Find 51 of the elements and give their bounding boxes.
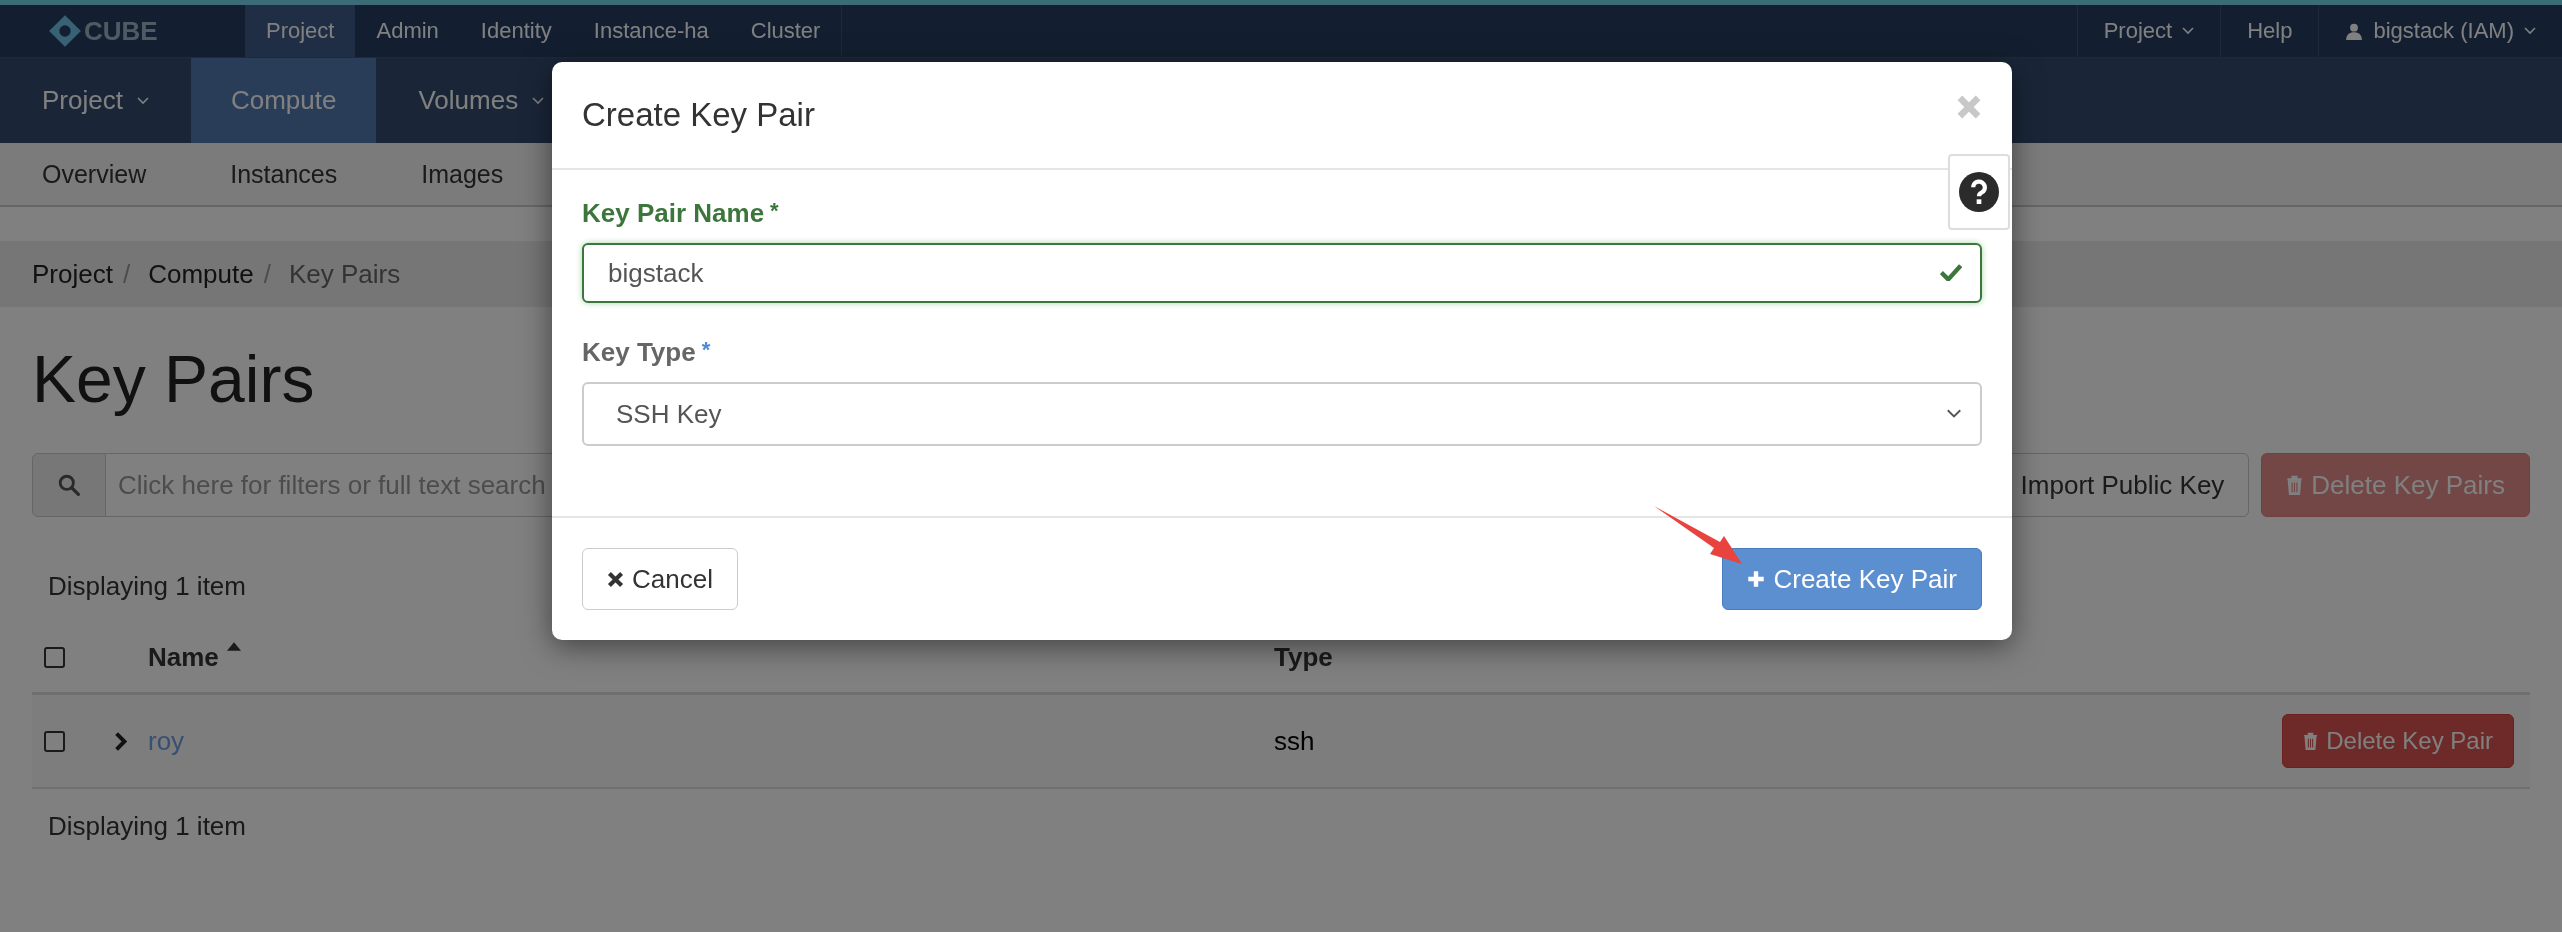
logo-text: CUBE <box>84 15 158 47</box>
field-label: Key Pair Name <box>582 198 765 229</box>
item-count: Displaying 1 item <box>48 571 246 602</box>
column-header[interactable]: Type <box>1274 641 2514 673</box>
user-icon <box>2345 22 2364 40</box>
dialog-title: Create Key Pair <box>582 96 815 134</box>
row-checkbox[interactable] <box>44 730 65 752</box>
cancel-button[interactable]: Cancel <box>582 548 738 610</box>
field-label: Key Type <box>582 337 696 368</box>
nav-tab[interactable]: Cluster <box>729 5 842 57</box>
breadcrumb-link[interactable]: Project <box>32 258 113 290</box>
nav-tab[interactable]: Identity <box>459 5 573 57</box>
required-mark: * <box>770 198 779 225</box>
nav-tab[interactable]: Compute <box>190 58 377 143</box>
column-header[interactable]: Name <box>148 641 1274 673</box>
nav-link[interactable]: Overview <box>0 159 189 189</box>
page-title: Key Pairs <box>32 341 315 417</box>
check-icon <box>1940 264 1962 281</box>
project-dropdown[interactable]: Project <box>2076 5 2221 57</box>
required-mark: * <box>701 337 711 364</box>
nav-tab[interactable]: Project <box>245 5 356 57</box>
chevron-down-icon <box>2524 27 2536 35</box>
breadcrumb-current: Key Pairs <box>288 258 401 290</box>
select-field[interactable]: SSH Key <box>582 382 1982 446</box>
select-all-checkbox[interactable] <box>44 646 65 668</box>
breadcrumb-separator: / <box>122 258 131 290</box>
chevron-down-icon <box>2182 27 2195 35</box>
table-cell: ssh <box>1274 725 1315 757</box>
breadcrumb-link[interactable]: Compute <box>148 258 254 290</box>
breadcrumb-separator: / <box>263 258 271 290</box>
trash-icon <box>2286 475 2304 495</box>
help-link[interactable]: Help <box>2220 5 2319 57</box>
trash-icon <box>2303 732 2319 750</box>
input-field[interactable]: bigstack <box>582 243 1982 303</box>
search-icon <box>58 474 80 496</box>
nav-link[interactable]: Images <box>379 159 546 189</box>
create-button[interactable]: Create Key Pair <box>1722 548 1982 610</box>
question-icon <box>1959 172 1999 212</box>
plus-icon <box>1747 570 1766 588</box>
user-menu[interactable]: bigstack (IAM) <box>2318 5 2562 57</box>
close-icon <box>607 570 624 588</box>
nav-link[interactable]: Instances <box>188 159 380 189</box>
nav-tab[interactable]: Instance-ha <box>572 5 730 57</box>
chevron-right-icon[interactable] <box>113 731 127 751</box>
help-button[interactable] <box>1948 154 2010 230</box>
item-count: Displaying 1 item <box>48 811 246 842</box>
cube-logo-icon <box>48 14 82 48</box>
delete-button[interactable]: Delete Key Pair <box>2282 714 2514 768</box>
nav-tab[interactable]: Admin <box>355 5 460 57</box>
nav-tab[interactable]: Project <box>0 58 191 143</box>
chevron-down-icon <box>1946 409 1962 419</box>
